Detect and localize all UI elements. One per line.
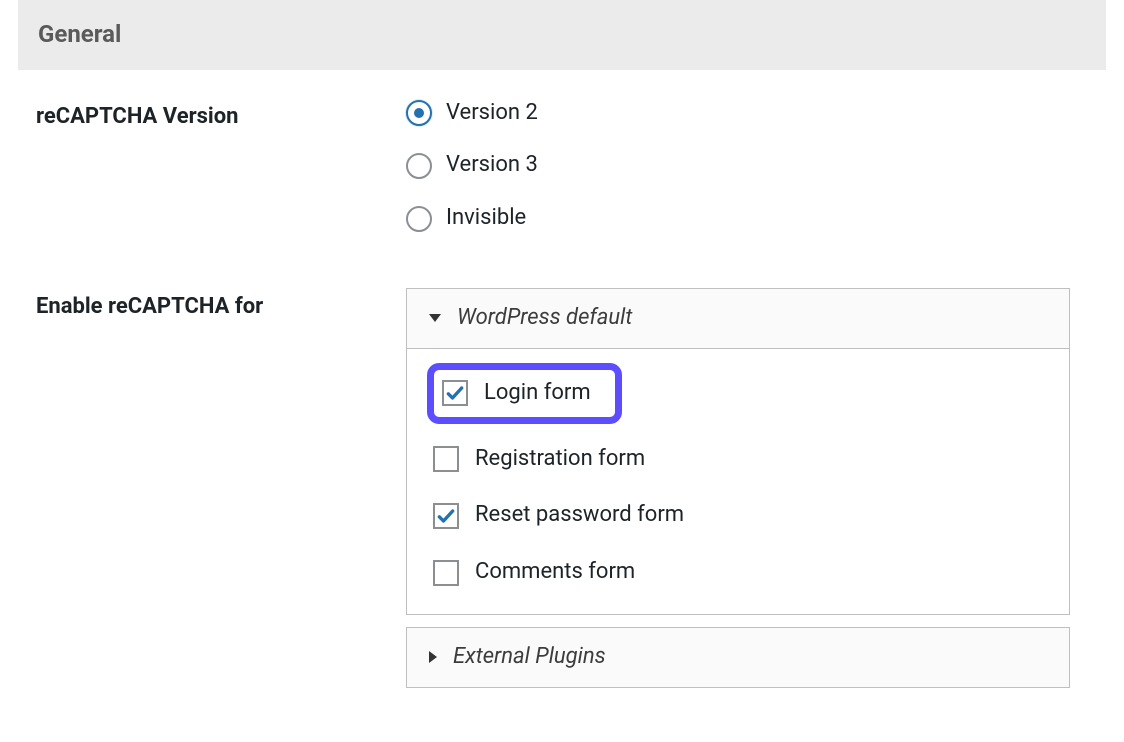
accordion-wordpress-default: WordPress default Login form Registratio… [406,288,1070,615]
accordion-head-external-plugins[interactable]: External Plugins [407,628,1069,687]
radio-label: Invisible [446,203,526,234]
field-enable-for: Enable reCAPTCHA for WordPress default L… [18,288,1106,688]
radio-icon [406,100,432,126]
checkbox-registration-form[interactable]: Registration form [427,438,1049,481]
field-control-enable-for: WordPress default Login form Registratio… [406,288,1088,688]
radio-icon [406,153,432,179]
chevron-right-icon [429,651,437,663]
checkbox-comments-form[interactable]: Comments form [427,551,1049,594]
settings-container: General reCAPTCHA Version Version 2 Vers… [0,0,1124,688]
accordion-body-wordpress-default: Login form Registration form Reset passw… [407,349,1069,614]
checkbox-icon [442,380,468,406]
field-label-version: reCAPTCHA Version [36,98,406,133]
field-label-enable-for: Enable reCAPTCHA for [36,288,406,323]
checkbox-login-form[interactable]: Login form [427,363,622,424]
checkbox-icon [433,446,459,472]
radio-version-3[interactable]: Version 3 [406,150,1088,181]
section-title: General [38,18,1086,52]
field-control-version: Version 2 Version 3 Invisible [406,98,1088,234]
radio-group-version: Version 2 Version 3 Invisible [406,98,1088,234]
radio-label: Version 2 [446,98,538,129]
radio-version-invisible[interactable]: Invisible [406,203,1088,234]
checkbox-label: Reset password form [475,500,684,531]
section-header-general: General [18,0,1106,70]
checkbox-icon [433,560,459,586]
accordion-title: WordPress default [457,303,632,334]
checkbox-label: Registration form [475,444,645,475]
checkbox-reset-password-form[interactable]: Reset password form [427,494,1049,537]
radio-icon [406,206,432,232]
chevron-down-icon [429,314,441,322]
accordion-head-wordpress-default[interactable]: WordPress default [407,289,1069,349]
checkbox-label: Comments form [475,557,635,588]
field-recaptcha-version: reCAPTCHA Version Version 2 Version 3 In… [18,98,1106,234]
checkbox-icon [433,503,459,529]
checkbox-label: Login form [484,378,591,409]
accordion-title: External Plugins [453,642,606,673]
radio-version-2[interactable]: Version 2 [406,98,1088,129]
accordion-external-plugins: External Plugins [406,627,1070,688]
radio-label: Version 3 [446,150,538,181]
